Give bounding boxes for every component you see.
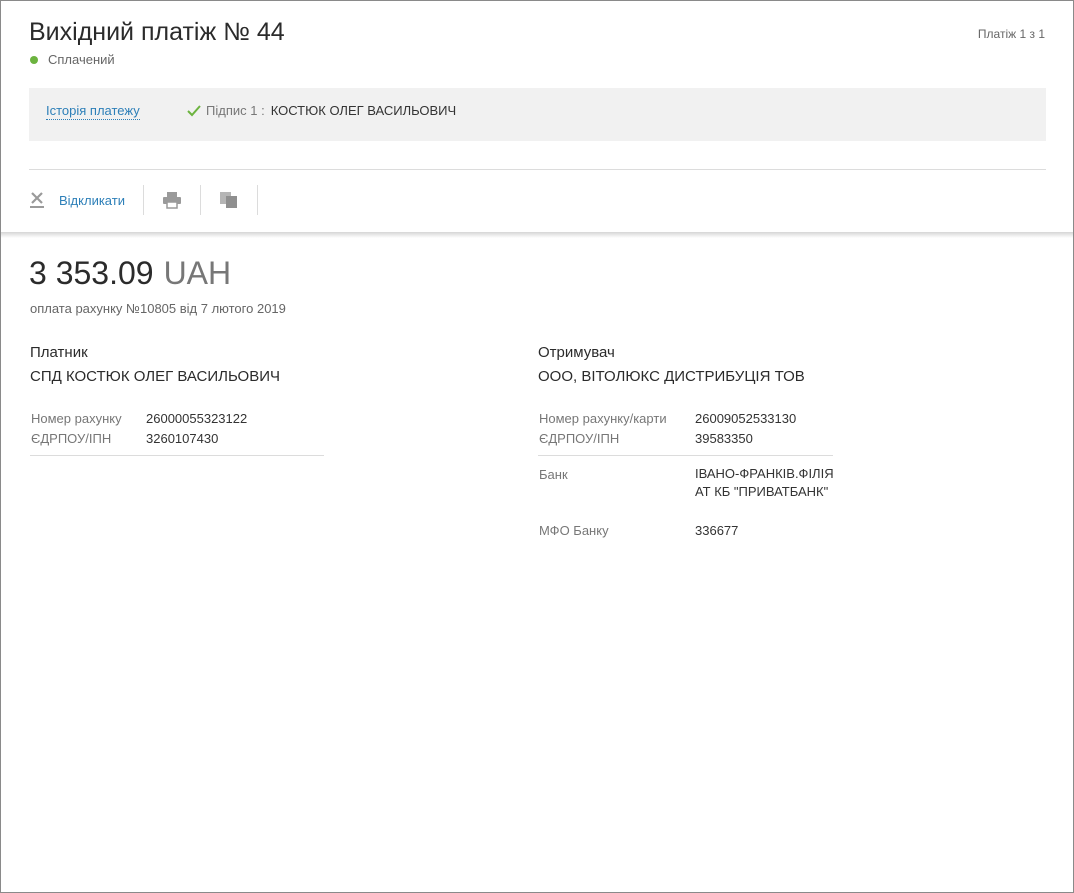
recipient-mfo-label: МФО Банку bbox=[539, 523, 609, 538]
payment-purpose: оплата рахунку №10805 від 7 лютого 2019 bbox=[30, 301, 286, 316]
recipient-mfo-value: 336677 bbox=[695, 523, 739, 538]
page-title: Вихідний платіж № 44 bbox=[29, 18, 285, 46]
header-shadow bbox=[1, 232, 1073, 238]
dialog-header: Вихідний платіж № 44 Сплачений Платіж 1 … bbox=[1, 1, 1073, 232]
revoke-label: Відкликати bbox=[59, 192, 125, 208]
recipient-bank-label: Банк bbox=[539, 467, 568, 482]
payer-divider bbox=[30, 455, 324, 456]
copy-button[interactable] bbox=[201, 185, 258, 215]
status-dot-icon bbox=[30, 55, 38, 64]
payer-edrpou-value: 3260107430 bbox=[146, 431, 219, 446]
print-icon bbox=[162, 192, 181, 209]
recipient-edrpou-value: 39583350 bbox=[695, 431, 753, 446]
signature-name: КОСТЮК ОЛЕГ ВАСИЛЬОВИЧ bbox=[270, 103, 457, 118]
payer-edrpou-label: ЄДРПОУ/ІПН bbox=[31, 431, 112, 446]
recipient-name: ООО, ВІТОЛЮКС ДИСТРИБУЦІЯ ТОВ bbox=[538, 368, 805, 385]
payer-name: СПД КОСТЮК ОЛЕГ ВАСИЛЬОВИЧ bbox=[30, 368, 280, 385]
signature-panel: Історія платежу Підпис 1 : КОСТЮК ОЛЕГ В… bbox=[29, 88, 1046, 141]
recipient-account-value: 26009052533130 bbox=[695, 411, 797, 426]
amount-value: 3 353.09 bbox=[29, 255, 154, 291]
toolbar: Відкликати bbox=[29, 185, 258, 215]
payer-account-value: 26000055323122 bbox=[146, 411, 248, 426]
recipient-title: Отримувач bbox=[538, 344, 615, 361]
payment-pager: Платіж 1 з 1 bbox=[977, 27, 1045, 41]
payment-dialog: Вихідний платіж № 44 Сплачений Платіж 1 … bbox=[0, 0, 1074, 893]
signature-label: Підпис 1 : bbox=[206, 103, 265, 118]
status-badge: Сплачений bbox=[30, 52, 115, 67]
payer-account-label: Номер рахунку bbox=[31, 411, 122, 426]
recipient-divider bbox=[538, 455, 833, 456]
amount-currency: UAH bbox=[163, 255, 232, 291]
check-icon bbox=[187, 104, 201, 116]
payment-amount: 3 353.09 UAH bbox=[29, 255, 231, 292]
recipient-account-label: Номер рахунку/карти bbox=[539, 411, 667, 426]
copy-icon bbox=[219, 192, 237, 208]
signature-info: Підпис 1 : КОСТЮК ОЛЕГ ВАСИЛЬОВИЧ bbox=[187, 103, 456, 118]
payment-history-link[interactable]: Історія платежу bbox=[46, 103, 140, 120]
recipient-edrpou-label: ЄДРПОУ/ІПН bbox=[539, 431, 620, 446]
status-text: Сплачений bbox=[48, 52, 115, 67]
recipient-bank-value: ІВАНО-ФРАНКІВ.ФІЛІЯ АТ КБ "ПРИВАТБАНК" bbox=[695, 466, 834, 499]
revoke-button[interactable]: Відкликати bbox=[29, 185, 144, 215]
header-divider bbox=[29, 169, 1046, 170]
close-icon bbox=[30, 192, 44, 208]
payer-title: Платник bbox=[30, 344, 88, 361]
print-button[interactable] bbox=[144, 185, 201, 215]
